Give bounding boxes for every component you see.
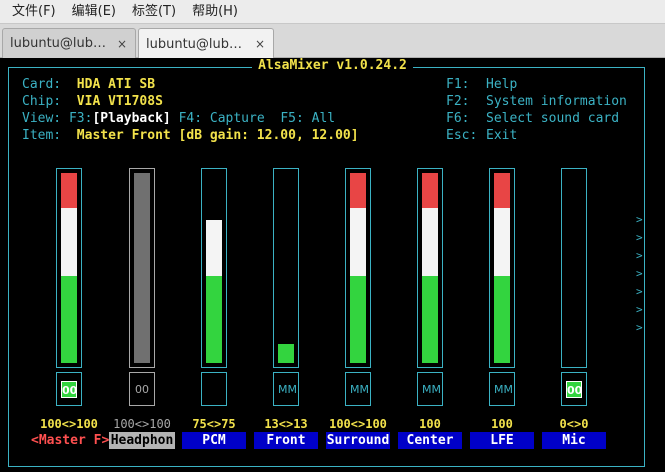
card-line: Card: HDA ATI SB xyxy=(22,77,156,92)
channel-name[interactable]: LFE xyxy=(470,432,534,449)
volume-bar[interactable] xyxy=(129,168,155,368)
mute-state: 00 xyxy=(566,381,582,398)
menu-file[interactable]: 文件(F) xyxy=(4,0,64,24)
channel-name[interactable]: Mic xyxy=(542,432,606,449)
view-playback[interactable]: [Playback] xyxy=(92,111,170,126)
more-channels-arrow: > xyxy=(636,249,643,262)
volume-level xyxy=(350,173,366,363)
volume-level xyxy=(494,173,510,363)
help-f6: F6: Select sound card xyxy=(446,111,620,126)
volume-bar[interactable] xyxy=(201,168,227,368)
close-icon[interactable]: × xyxy=(117,37,127,51)
mute-state: 00 xyxy=(61,381,77,398)
mixer-title: AlsaMixer v1.0.24.2 xyxy=(0,58,665,73)
more-channels-arrow: > xyxy=(636,213,643,226)
menu-bar: 文件(F) 编辑(E) 标签(T) 帮助(H) xyxy=(0,0,665,24)
volume-bar[interactable] xyxy=(273,168,299,368)
tab-bar: lubuntu@lub… × lubuntu@lub… × xyxy=(0,24,665,59)
volume-bar[interactable] xyxy=(345,168,371,368)
menu-edit[interactable]: 编辑(E) xyxy=(64,0,124,24)
more-channels-arrow: > xyxy=(636,231,643,244)
channel-name[interactable]: PCM xyxy=(182,432,246,449)
mute-toggle[interactable]: MM xyxy=(417,372,443,406)
tab-terminal-1[interactable]: lubuntu@lub… × xyxy=(2,28,136,58)
mute-toggle[interactable]: MM xyxy=(345,372,371,406)
tab-label: lubuntu@lub… xyxy=(146,36,243,52)
view-all[interactable]: F5: All xyxy=(280,111,335,126)
more-channels-arrow: > xyxy=(636,267,643,280)
close-icon[interactable]: × xyxy=(255,37,265,51)
volume-bar[interactable] xyxy=(56,168,82,368)
mute-toggle[interactable]: 00 xyxy=(129,372,155,406)
channel-name[interactable]: Surround xyxy=(326,432,390,449)
mute-state: MM xyxy=(278,383,297,396)
volume-level xyxy=(61,173,77,363)
mute-toggle[interactable]: MM xyxy=(273,372,299,406)
more-channels-arrow: > xyxy=(636,285,643,298)
mute-state: MM xyxy=(422,383,441,396)
mute-toggle[interactable] xyxy=(201,372,227,406)
view-line: View: F3:[Playback] F4: Capture F5: All xyxy=(22,111,336,126)
help-esc: Esc: Exit xyxy=(446,128,518,143)
tab-label: lubuntu@lub… xyxy=(10,36,107,51)
channel-name[interactable]: Front xyxy=(254,432,318,449)
channel-name[interactable]: <Master F> xyxy=(31,432,109,449)
volume-value: 0<>0 xyxy=(559,417,589,431)
menu-tabs[interactable]: 标签(T) xyxy=(124,0,184,24)
volume-bar[interactable] xyxy=(561,168,587,368)
mute-toggle[interactable]: MM xyxy=(489,372,515,406)
more-channels-arrow: > xyxy=(636,303,643,316)
volume-bar[interactable] xyxy=(489,168,515,368)
help-f1: F1: Help xyxy=(446,77,518,92)
mute-toggle[interactable]: 00 xyxy=(561,372,587,406)
help-f2: F2: System information xyxy=(446,94,627,109)
mute-state: MM xyxy=(494,383,513,396)
volume-level xyxy=(134,173,150,363)
more-channels-arrow: > xyxy=(636,321,643,334)
mute-state: MM xyxy=(350,383,369,396)
volume-bar[interactable] xyxy=(417,168,443,368)
view-capture[interactable]: F4: Capture xyxy=(179,111,265,126)
mute-toggle[interactable]: 00 xyxy=(56,372,82,406)
volume-level xyxy=(278,344,294,363)
menu-help[interactable]: 帮助(H) xyxy=(184,0,246,24)
mute-state: 00 xyxy=(135,383,149,396)
tab-terminal-2[interactable]: lubuntu@lub… × xyxy=(138,28,274,59)
volume-level xyxy=(206,220,222,363)
channel-name[interactable]: Center xyxy=(398,432,462,449)
item-line: Item: Master Front [dB gain: 12.00, 12.0… xyxy=(22,128,359,143)
volume-level xyxy=(422,173,438,363)
channel-name[interactable]: Headphon xyxy=(109,432,175,449)
chip-line: Chip: VIA VT1708S xyxy=(22,94,163,109)
